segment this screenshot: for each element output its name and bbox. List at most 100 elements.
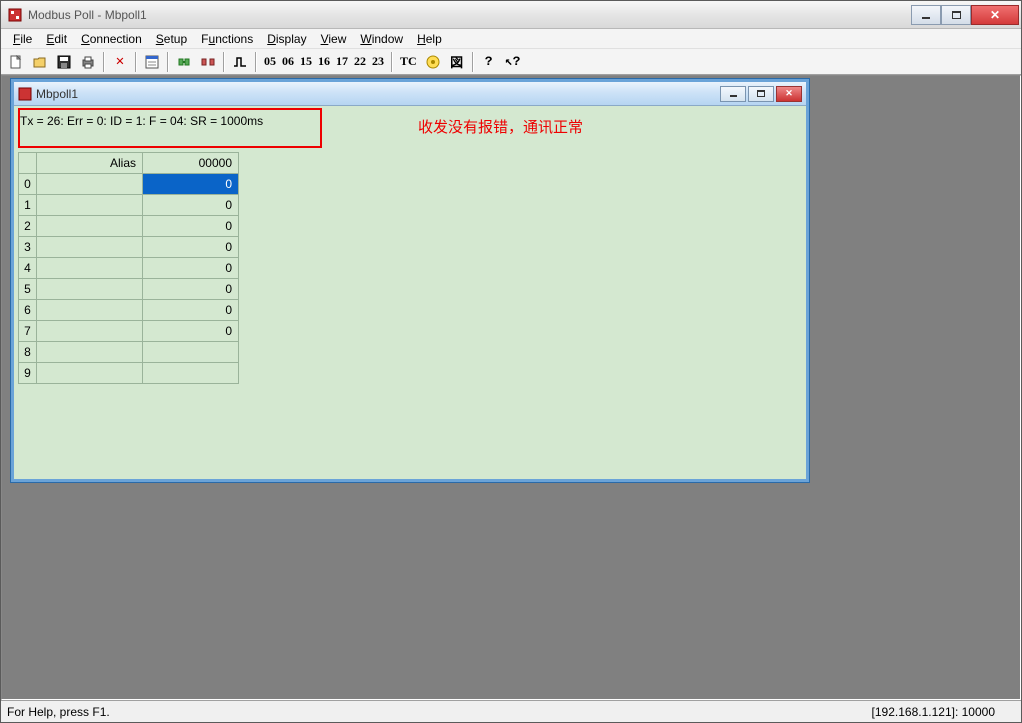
row-header[interactable]: 1 xyxy=(19,195,37,216)
func-22-button[interactable]: 22 xyxy=(351,54,369,68)
menu-functions[interactable]: Functions xyxy=(195,30,259,48)
table-row[interactable]: 70 xyxy=(19,321,239,342)
row-header[interactable]: 5 xyxy=(19,279,37,300)
connect-button[interactable] xyxy=(173,51,195,73)
alias-cell[interactable] xyxy=(37,342,143,363)
row-header[interactable]: 6 xyxy=(19,300,37,321)
table-row[interactable]: 10 xyxy=(19,195,239,216)
statusbar: For Help, press F1. [192.168.1.121]: 100… xyxy=(1,700,1021,722)
delete-icon: ✕ xyxy=(116,53,124,70)
func-17-button[interactable]: 17 xyxy=(333,54,351,68)
table-row[interactable]: 50 xyxy=(19,279,239,300)
menubar: FileEditConnectionSetupFunctionsDisplayV… xyxy=(1,29,1021,49)
new-button[interactable] xyxy=(5,51,27,73)
tc-button[interactable]: TC xyxy=(397,54,420,69)
func-23-button[interactable]: 23 xyxy=(369,54,387,68)
child-maximize-button[interactable] xyxy=(748,86,774,102)
table-row[interactable]: 00 xyxy=(19,174,239,195)
value-cell[interactable] xyxy=(143,363,239,384)
value-cell[interactable]: 0 xyxy=(143,300,239,321)
func-06-button[interactable]: 06 xyxy=(279,54,297,68)
context-help-button[interactable]: ↖? xyxy=(502,51,524,73)
menu-display[interactable]: Display xyxy=(261,30,312,48)
table-row[interactable]: 30 xyxy=(19,237,239,258)
row-header[interactable]: 0 xyxy=(19,174,37,195)
close-icon: ✕ xyxy=(785,88,793,99)
table-row[interactable]: 9 xyxy=(19,363,239,384)
child-minimize-button[interactable] xyxy=(720,86,746,102)
value-cell[interactable]: 0 xyxy=(143,174,239,195)
maximize-button[interactable] xyxy=(941,5,971,25)
value-cell[interactable]: 0 xyxy=(143,195,239,216)
menu-help[interactable]: Help xyxy=(411,30,448,48)
toolbar-separator xyxy=(472,52,474,72)
value-cell[interactable]: 0 xyxy=(143,279,239,300)
menu-edit[interactable]: Edit xyxy=(40,30,73,48)
toolbar-separator xyxy=(167,52,169,72)
row-header[interactable]: 4 xyxy=(19,258,37,279)
menu-file[interactable]: File xyxy=(7,30,38,48)
child-window-title: Mbpoll1 xyxy=(32,87,720,101)
window-controls: ✕ xyxy=(911,5,1019,25)
table-row[interactable]: 20 xyxy=(19,216,239,237)
row-header[interactable]: 3 xyxy=(19,237,37,258)
open-button[interactable] xyxy=(29,51,51,73)
alias-cell[interactable] xyxy=(37,216,143,237)
alias-cell[interactable] xyxy=(37,363,143,384)
value-cell[interactable] xyxy=(143,342,239,363)
menu-window[interactable]: Window xyxy=(354,30,409,48)
alias-cell[interactable] xyxy=(37,321,143,342)
alias-cell[interactable] xyxy=(37,237,143,258)
alias-cell[interactable] xyxy=(37,300,143,321)
value-cell[interactable]: 0 xyxy=(143,216,239,237)
alias-cell[interactable] xyxy=(37,279,143,300)
column-header-value[interactable]: 00000 xyxy=(143,153,239,174)
row-header[interactable]: 9 xyxy=(19,363,37,384)
table-row[interactable]: 60 xyxy=(19,300,239,321)
value-cell[interactable]: 0 xyxy=(143,237,239,258)
func-05-button[interactable]: 05 xyxy=(261,54,279,68)
table-row[interactable]: 40 xyxy=(19,258,239,279)
annotation-text: 收发没有报错，通讯正常 xyxy=(418,116,583,137)
statusbar-connection-text: [192.168.1.121]: 10000 xyxy=(872,705,1015,719)
minimize-button[interactable] xyxy=(911,5,941,25)
disconnect-button[interactable] xyxy=(197,51,219,73)
row-header[interactable]: 7 xyxy=(19,321,37,342)
delete-button[interactable]: ✕ xyxy=(109,51,131,73)
pulse-button[interactable] xyxy=(229,51,251,73)
child-titlebar[interactable]: Mbpoll1 ✕ xyxy=(14,82,806,106)
menu-setup[interactable]: Setup xyxy=(150,30,193,48)
maximize-icon xyxy=(952,11,961,19)
toolbar-separator xyxy=(255,52,257,72)
help-button[interactable]: ? xyxy=(478,51,500,73)
alias-cell[interactable] xyxy=(37,174,143,195)
grid-corner xyxy=(19,153,37,174)
row-header[interactable]: 2 xyxy=(19,216,37,237)
minimize-icon xyxy=(922,17,930,19)
properties-button[interactable] xyxy=(141,51,163,73)
func-15-button[interactable]: 15 xyxy=(297,54,315,68)
maximize-icon xyxy=(757,90,765,97)
row-header[interactable]: 8 xyxy=(19,342,37,363)
table-row[interactable]: 8 xyxy=(19,342,239,363)
alias-cell[interactable] xyxy=(37,258,143,279)
traffic-button[interactable] xyxy=(422,51,444,73)
sigma-button[interactable]: 図 xyxy=(446,51,468,73)
save-button[interactable] xyxy=(53,51,75,73)
value-cell[interactable]: 0 xyxy=(143,321,239,342)
child-close-button[interactable]: ✕ xyxy=(776,86,802,102)
menu-connection[interactable]: Connection xyxy=(75,30,148,48)
func-16-button[interactable]: 16 xyxy=(315,54,333,68)
close-button[interactable]: ✕ xyxy=(971,5,1019,25)
context-help-icon: ↖? xyxy=(505,54,521,69)
column-header-alias[interactable]: Alias xyxy=(37,153,143,174)
toolbar-separator xyxy=(135,52,137,72)
poll-status-text: Tx = 26: Err = 0: ID = 1: F = 04: SR = 1… xyxy=(18,108,265,142)
alias-cell[interactable] xyxy=(37,195,143,216)
menu-view[interactable]: View xyxy=(315,30,353,48)
sigma-icon: 図 xyxy=(450,52,463,71)
value-cell[interactable]: 0 xyxy=(143,258,239,279)
help-icon: ? xyxy=(485,54,493,69)
print-button[interactable] xyxy=(77,51,99,73)
data-grid[interactable]: Alias 00000 001020304050607089 xyxy=(18,152,239,384)
